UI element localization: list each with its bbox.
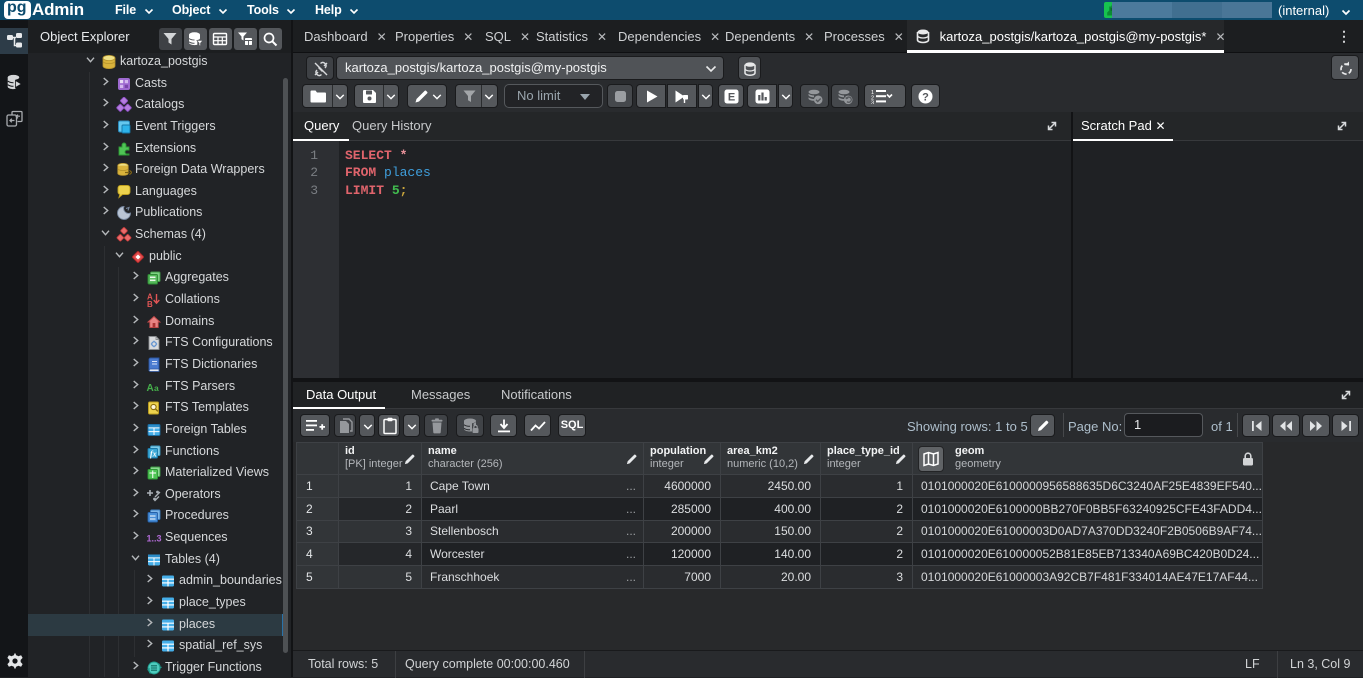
svg-text:?: ? (922, 92, 929, 104)
svg-text:fx: fx (150, 449, 157, 458)
svg-text:B: B (147, 300, 153, 308)
svg-text:3: 3 (871, 101, 874, 105)
svg-text:a: a (154, 383, 159, 393)
svg-text:A: A (147, 383, 154, 394)
svg-text:1..3: 1..3 (147, 534, 162, 544)
svg-text:E: E (728, 92, 735, 104)
